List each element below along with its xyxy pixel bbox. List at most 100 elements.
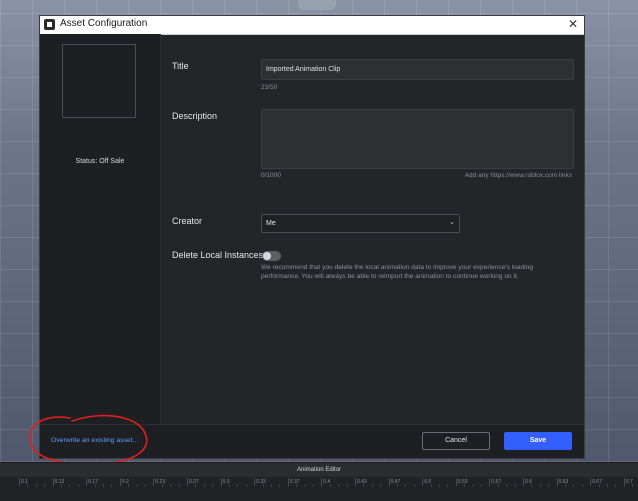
description-label: Description xyxy=(172,111,218,121)
timeline-minor-tick xyxy=(413,484,415,487)
timeline-major-tick xyxy=(119,478,121,486)
timeline-minor-tick xyxy=(405,484,407,487)
timeline-minor-tick xyxy=(229,484,230,487)
timeline-major-tick xyxy=(489,478,491,486)
timeline-minor-tick xyxy=(539,484,541,487)
title-input-value: Imported Animation Clip xyxy=(266,66,341,73)
timeline-minor-tick xyxy=(313,484,314,487)
timeline-tick-label: 0.47 xyxy=(390,479,401,485)
timeline-tick-label: 0.13 xyxy=(54,479,65,485)
chevron-down-icon: ⌄ xyxy=(449,218,455,226)
viewport-model xyxy=(298,0,336,10)
timeline-major-tick xyxy=(355,478,356,486)
timeline-tick-label: 0.27 xyxy=(189,479,199,485)
timeline-minor-tick xyxy=(262,484,264,487)
timeline-minor-tick xyxy=(296,484,298,487)
timeline-minor-tick xyxy=(615,484,617,487)
timeline-minor-tick xyxy=(304,484,306,487)
asset-thumbnail xyxy=(62,44,136,118)
toggle-knob xyxy=(263,252,271,260)
timeline-major-tick xyxy=(388,478,390,486)
timeline-major-tick xyxy=(321,478,323,486)
creator-selected-value: Me xyxy=(266,220,276,227)
description-hint: Add any https://www.roblox.com links xyxy=(464,172,572,179)
timeline-minor-tick xyxy=(77,484,79,487)
delete-local-instances-label: Delete Local Instances xyxy=(172,250,264,260)
timeline-minor-tick xyxy=(514,484,516,487)
timeline-tick-label: 0.53 xyxy=(457,479,468,485)
timeline-major-tick xyxy=(86,478,88,486)
timeline-minor-tick xyxy=(447,484,449,487)
save-button[interactable]: Save xyxy=(504,432,572,450)
close-button[interactable]: ✕ xyxy=(568,17,578,31)
timeline-minor-tick xyxy=(598,484,600,487)
asset-sidebar: Status: Off Sale xyxy=(40,34,161,426)
timeline-major-tick xyxy=(153,478,155,486)
timeline-major-tick xyxy=(455,478,457,486)
description-char-count: 0/1000 xyxy=(261,172,281,179)
animation-editor-panel: Animation Editor 0.1 0.13 0.17 0.2 0.23 0.27 0… xyxy=(0,462,638,501)
timeline-minor-tick xyxy=(430,484,432,487)
timeline-minor-tick xyxy=(245,484,247,487)
timeline-minor-tick xyxy=(531,484,533,487)
timeline-tick-label: 0.17 xyxy=(88,479,98,485)
timeline-minor-tick xyxy=(128,484,130,487)
timeline-minor-tick xyxy=(279,484,281,487)
timeline-minor-tick xyxy=(27,484,29,487)
timeline-minor-tick xyxy=(565,484,566,487)
timeline-tick-label: 0.33 xyxy=(256,479,266,485)
status-label: Status: Off Sale xyxy=(75,158,125,165)
timeline-major-tick xyxy=(556,478,558,486)
timeline-minor-tick xyxy=(44,484,46,487)
title-bar: Asset Configuration ✕ xyxy=(40,16,584,35)
timeline-major-tick xyxy=(19,478,20,486)
timeline-major-tick xyxy=(220,478,222,486)
timeline-major-tick xyxy=(254,478,256,486)
timeline-major-tick xyxy=(590,478,592,486)
timeline-minor-tick xyxy=(573,484,575,487)
window-title: Asset Configuration xyxy=(60,18,148,29)
timeline-minor-tick xyxy=(111,484,113,487)
timeline-minor-tick xyxy=(35,484,37,487)
overwrite-existing-asset-link[interactable]: Overwrite an existing asset... xyxy=(51,437,138,444)
timeline-minor-tick xyxy=(69,484,71,487)
timeline-tick-label: 0.67 xyxy=(592,479,602,485)
timeline-minor-tick xyxy=(61,484,62,487)
timeline-minor-tick xyxy=(212,484,214,487)
timeline-tick-label: 0.63 xyxy=(558,479,569,485)
timeline-minor-tick xyxy=(203,484,205,487)
timeline-minor-tick xyxy=(170,484,172,487)
dialog-footer: Overwrite an existing asset... Cancel Sa… xyxy=(40,424,584,458)
timeline-minor-tick xyxy=(464,484,466,487)
timeline-major-tick xyxy=(287,478,289,486)
cancel-button[interactable]: Cancel xyxy=(422,432,490,450)
timeline-ruler[interactable]: 0.1 0.13 0.17 0.2 0.23 0.27 0.3 0.33 0.37 0.4 0.43… xyxy=(0,477,638,501)
title-char-count: 23/50 xyxy=(261,84,278,91)
timeline-major-tick xyxy=(52,478,54,486)
timeline-minor-tick xyxy=(363,484,365,487)
title-label: Title xyxy=(172,61,189,71)
creator-dropdown[interactable]: Me ⌄ xyxy=(261,214,460,233)
timeline-minor-tick xyxy=(481,484,482,487)
timeline-minor-tick xyxy=(371,484,373,487)
timeline-tick-label: 0.37 xyxy=(289,479,300,485)
timeline-minor-tick xyxy=(380,484,382,487)
timeline-minor-tick xyxy=(178,484,180,487)
timeline-minor-tick xyxy=(607,484,608,487)
timeline-minor-tick xyxy=(195,484,197,487)
timeline-minor-tick xyxy=(145,484,146,487)
timeline-minor-tick xyxy=(94,484,96,487)
roblox-studio-icon xyxy=(44,19,55,30)
animation-editor-title: Animation Editor xyxy=(296,467,342,473)
timeline-minor-tick xyxy=(237,484,239,487)
timeline-minor-tick xyxy=(161,484,163,487)
form-panel: Title Imported Animation Clip 23/50 Desc… xyxy=(161,34,584,426)
timeline-tick-label: 0.43 xyxy=(357,479,367,485)
delete-local-instances-toggle[interactable] xyxy=(262,251,281,261)
description-input[interactable] xyxy=(261,109,574,169)
timeline-minor-tick xyxy=(103,484,104,487)
timeline-major-tick xyxy=(187,478,188,486)
delete-local-instances-help: We recommend that you delete the local a… xyxy=(261,264,534,280)
title-input[interactable]: Imported Animation Clip xyxy=(261,59,574,80)
timeline-minor-tick xyxy=(338,484,340,487)
